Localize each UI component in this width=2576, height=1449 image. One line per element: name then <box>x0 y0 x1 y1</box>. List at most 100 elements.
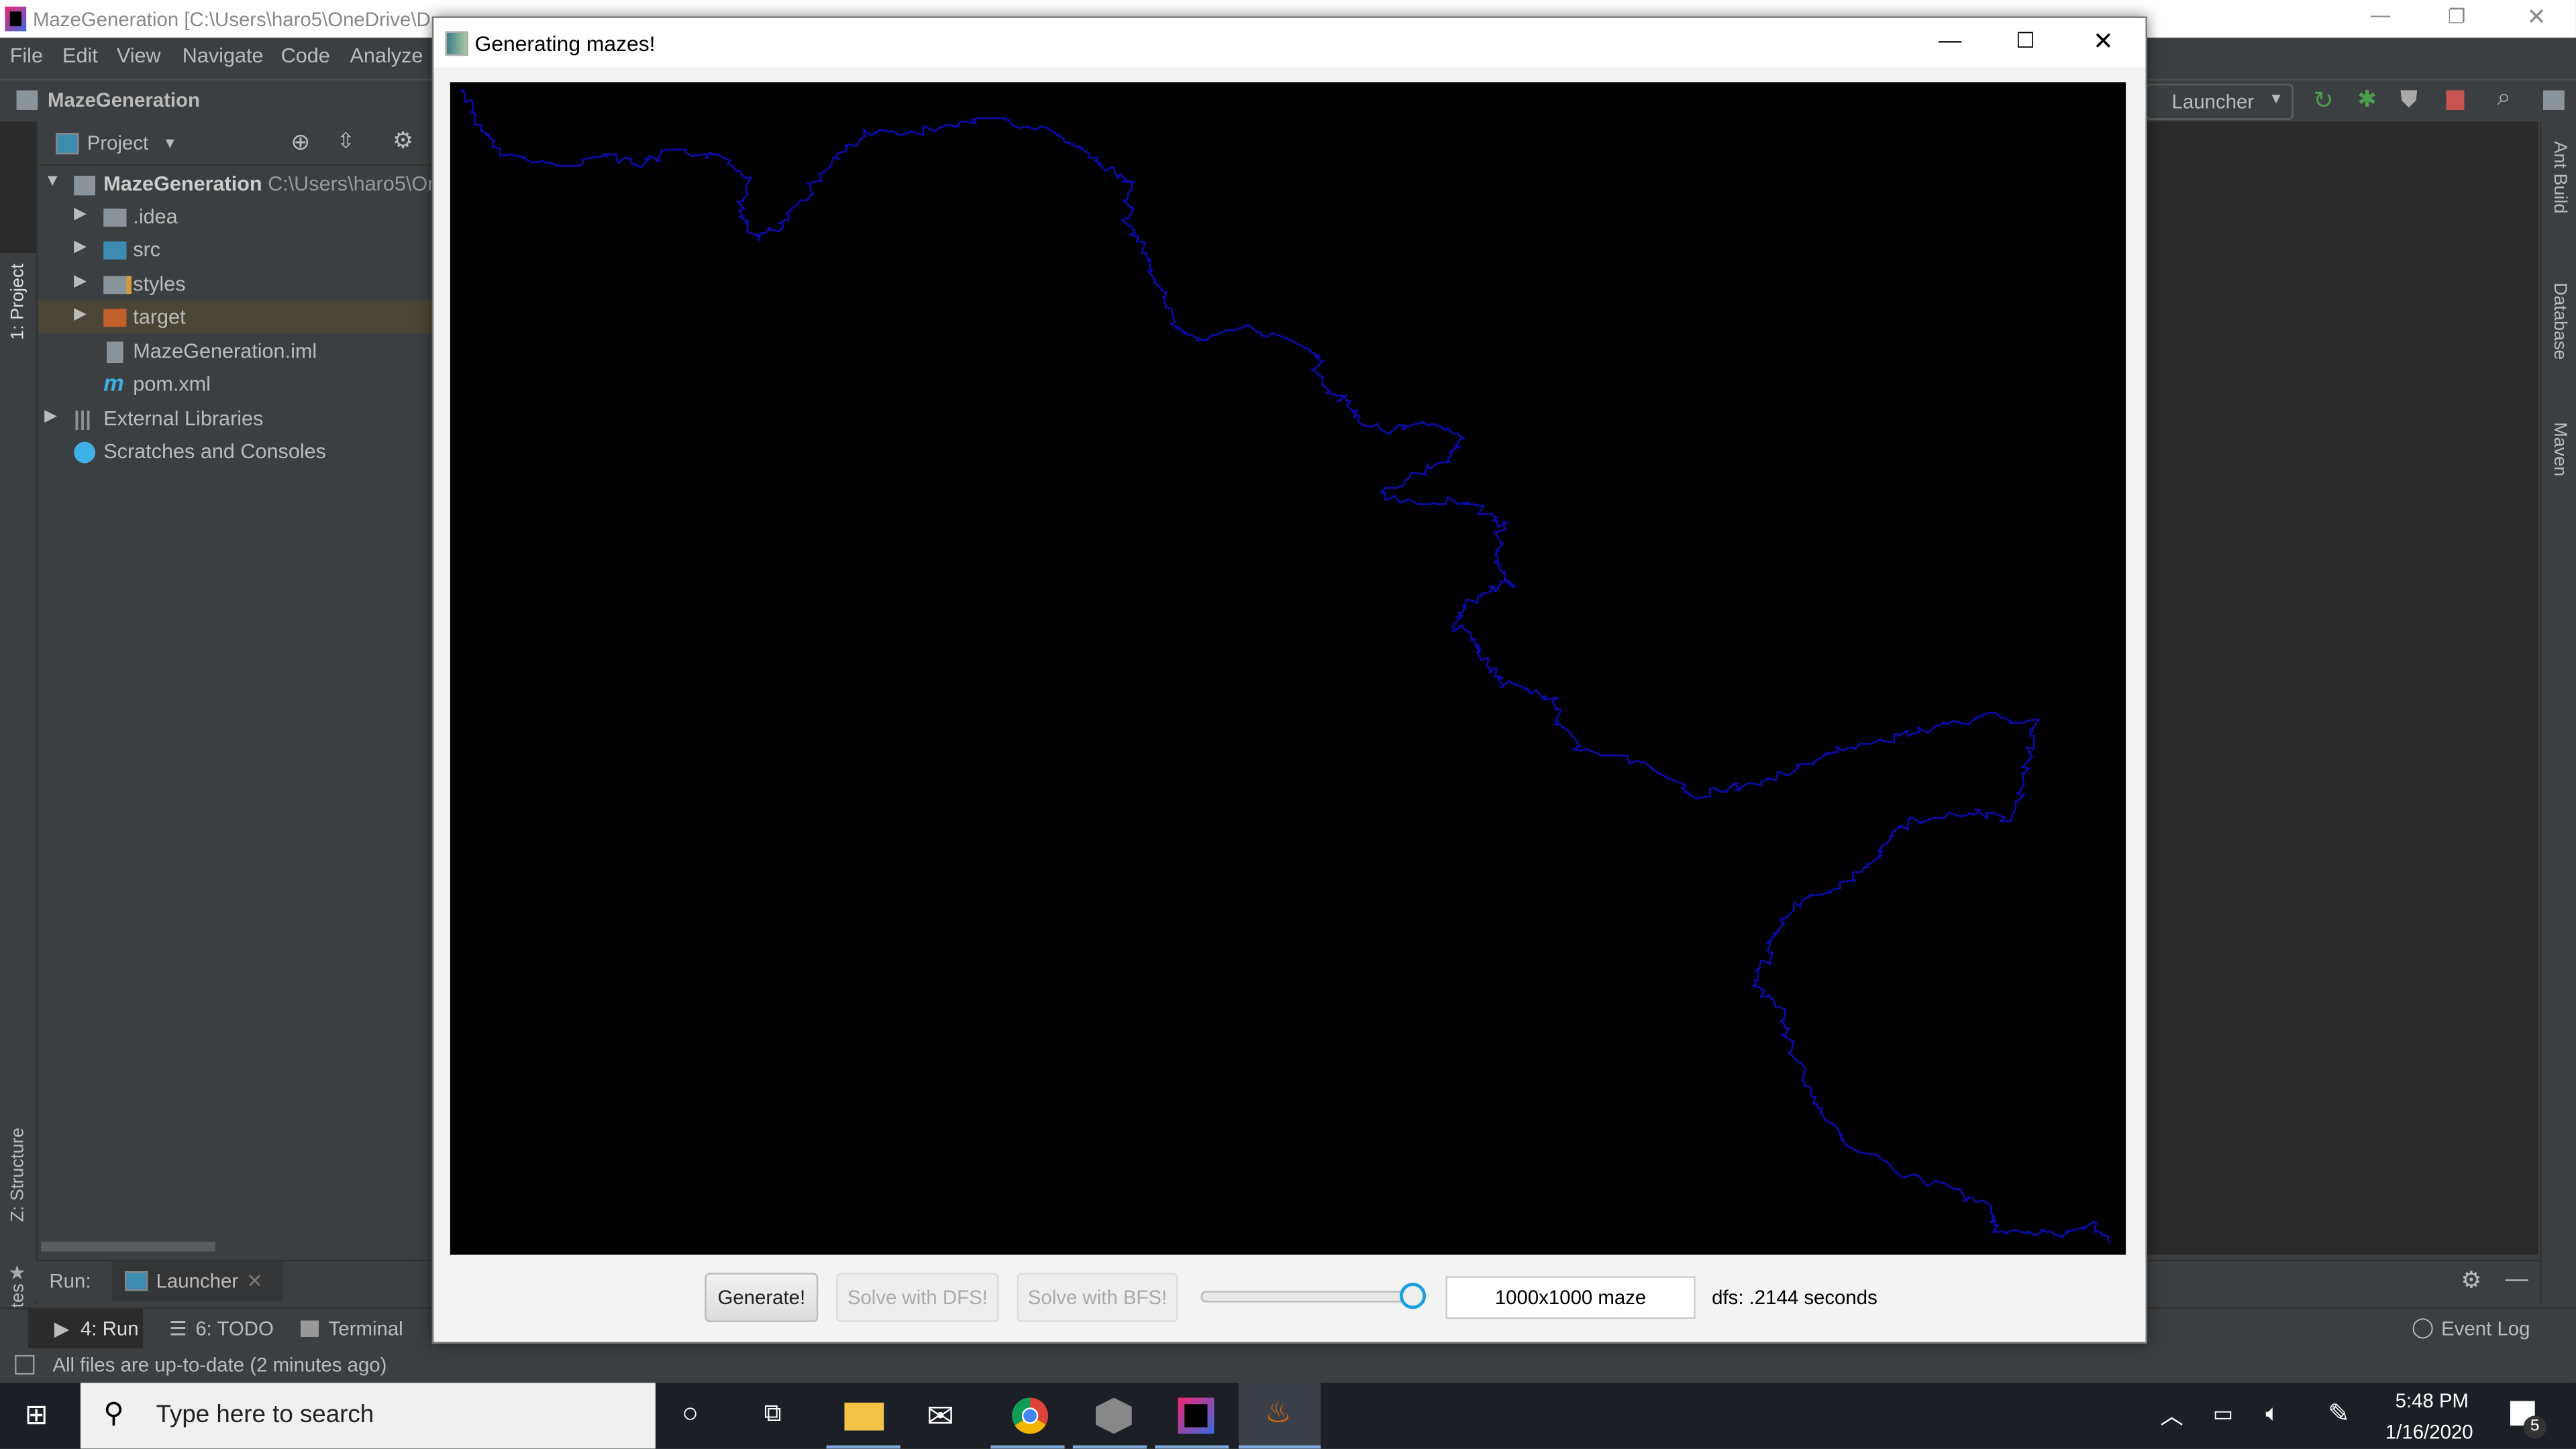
battery-icon[interactable]: ▭ <box>2213 1401 2233 1427</box>
resource-folder-icon <box>103 276 132 294</box>
close-tab-icon[interactable]: ✕ <box>246 1270 263 1293</box>
restore-icon[interactable]: ❐ <box>2448 5 2465 28</box>
module-folder-icon <box>74 175 96 196</box>
iml-file-icon <box>107 341 123 364</box>
maze-canvas <box>450 82 2126 1255</box>
cortana-icon[interactable]: ○ <box>682 1398 699 1431</box>
chrome-icon[interactable] <box>1012 1397 1049 1434</box>
dialog-title: Generating mazes! <box>474 31 656 56</box>
search-icon: ⚲ <box>103 1397 124 1430</box>
tree-item-iml[interactable]: MazeGeneration.iml <box>38 335 440 368</box>
generate-button[interactable]: Generate! <box>705 1273 819 1322</box>
horizontal-scrollbar[interactable] <box>41 1241 215 1252</box>
tree-item-label: pom.xml <box>133 372 211 396</box>
tab-terminal[interactable]: Terminal <box>296 1309 411 1348</box>
gear-icon[interactable]: ⚙ <box>393 127 413 155</box>
gear-icon[interactable]: ⚙ <box>2461 1267 2482 1295</box>
menu-file[interactable]: File <box>10 44 43 67</box>
pen-icon[interactable]: ✎ <box>2328 1398 2350 1431</box>
windows-start-icon[interactable]: ⊞ <box>25 1399 48 1432</box>
status-icon[interactable] <box>15 1354 35 1375</box>
tab-ant-build[interactable]: Ant Build <box>2550 142 2569 214</box>
menu-code[interactable]: Code <box>281 44 330 67</box>
mail-icon[interactable]: ✉ <box>927 1396 954 1437</box>
search-icon[interactable]: ⌕ <box>2497 84 2511 112</box>
java-window-icon <box>445 31 468 56</box>
maze-size-field[interactable]: 1000x1000 maze <box>1445 1276 1696 1319</box>
project-panel-header: Project ▼ ⊕ ⇳ ⚙ <box>38 121 441 166</box>
volume-icon[interactable]: 🔈︎ <box>2265 1399 2279 1428</box>
expand-arrow-icon: ▶ <box>74 205 87 223</box>
app-icon[interactable] <box>1096 1397 1132 1434</box>
tree-item-idea[interactable]: ▶ .idea <box>38 201 440 233</box>
star-icon: ★ <box>8 1261 26 1285</box>
run-config-selector[interactable]: Launcher ▼ <box>2145 83 2294 120</box>
chevron-down-icon[interactable]: ▼ <box>162 135 177 151</box>
close-icon[interactable]: ✕ <box>2093 26 2114 56</box>
project-view-icon <box>56 133 79 155</box>
status-message: All files are up-to-date (2 minutes ago) <box>52 1353 387 1377</box>
slider-thumb[interactable] <box>1399 1283 1427 1309</box>
project-view-selector[interactable]: Project <box>87 131 148 154</box>
tab-database[interactable]: Database <box>2550 282 2569 360</box>
maze-size-slider[interactable] <box>1200 1283 1427 1309</box>
coverage-icon[interactable]: ⛊ <box>2400 85 2418 113</box>
tab-project[interactable]: 1: Project <box>8 264 28 340</box>
tab-maven[interactable]: Maven <box>2550 422 2569 476</box>
tab-structure[interactable]: Z: Structure <box>8 1128 28 1222</box>
tab-label: Terminal <box>328 1317 403 1340</box>
tree-item-root[interactable]: ▼ MazeGeneration C:\Users\haro5\On <box>38 168 440 201</box>
breadcrumb[interactable]: MazeGeneration <box>48 89 200 111</box>
menu-edit[interactable]: Edit <box>62 44 98 67</box>
tree-item-scratches[interactable]: Scratches and Consoles <box>38 435 440 468</box>
excluded-folder-icon <box>103 309 127 327</box>
show-hidden-icons-icon[interactable]: ︿ <box>2161 1399 2183 1432</box>
run-config-label: Launcher <box>2171 90 2255 113</box>
menu-navigate[interactable]: Navigate <box>183 44 264 67</box>
tab-run[interactable]: ▶ 4: Run <box>28 1309 144 1349</box>
module-folder-icon <box>16 90 38 111</box>
taskbar-search-box[interactable]: ⚲ Type here to search <box>80 1383 656 1449</box>
ide-window-title: MazeGeneration [C:\Users\haro5\OneDrive\… <box>32 8 431 32</box>
solve-dfs-button[interactable]: Solve with DFS! <box>836 1273 999 1322</box>
project-structure-icon[interactable] <box>2542 90 2565 111</box>
intellij-icon[interactable] <box>1178 1397 1215 1434</box>
terminal-icon <box>301 1320 319 1337</box>
folder-icon <box>103 208 127 227</box>
minimize-icon[interactable]: — <box>1939 26 1961 52</box>
stop-icon[interactable] <box>2446 90 2465 111</box>
collapse-all-icon[interactable]: ⇳ <box>337 128 355 154</box>
tree-item-label: styles <box>133 272 186 296</box>
hide-icon[interactable]: — <box>2506 1265 2528 1291</box>
clock-time[interactable]: 5:48 PM <box>2395 1389 2469 1412</box>
editor-area <box>2144 121 2538 1255</box>
search-placeholder: Type here to search <box>156 1401 374 1430</box>
run-label: Run: <box>49 1269 91 1293</box>
run-tab-launcher[interactable]: Launcher ✕ <box>111 1261 283 1301</box>
menu-analyze[interactable]: Analyze <box>350 44 423 67</box>
tree-item-external-libraries[interactable]: ▶ ||| External Libraries <box>38 402 440 435</box>
status-bar: All files are up-to-date (2 minutes ago) <box>0 1348 2576 1383</box>
close-icon[interactable]: ✕ <box>2526 3 2546 32</box>
minimize-icon[interactable]: — <box>2371 3 2390 26</box>
rerun-icon[interactable]: ↻ <box>2313 85 2334 115</box>
debug-icon[interactable]: ✱ <box>2357 85 2377 113</box>
expand-arrow-icon: ▶ <box>74 238 87 256</box>
tab-label: 6: TODO <box>195 1317 274 1340</box>
tree-item-styles[interactable]: ▶ styles <box>38 268 440 301</box>
maximize-icon[interactable]: ☐ <box>2016 28 2035 54</box>
tree-item-src[interactable]: ▶ src <box>38 233 440 266</box>
event-log-label: Event Log <box>2441 1317 2530 1340</box>
menu-view[interactable]: View <box>117 44 161 67</box>
solve-bfs-button[interactable]: Solve with BFS! <box>1017 1273 1178 1322</box>
intellij-logo-icon <box>5 6 27 32</box>
tab-todo[interactable]: ☰ 6: TODO <box>164 1309 279 1348</box>
task-view-icon[interactable]: ⧉ <box>764 1399 781 1428</box>
tree-item-target[interactable]: ▶ target <box>38 301 441 334</box>
file-explorer-icon[interactable] <box>844 1402 884 1431</box>
tree-item-pom[interactable]: m pom.xml <box>38 368 440 400</box>
clock-date[interactable]: 1/16/2020 <box>2385 1421 2473 1444</box>
run-icon: ▶ <box>54 1317 70 1340</box>
locate-icon[interactable]: ⊕ <box>291 128 310 156</box>
java-app-button[interactable]: ♨ <box>1239 1383 1321 1449</box>
